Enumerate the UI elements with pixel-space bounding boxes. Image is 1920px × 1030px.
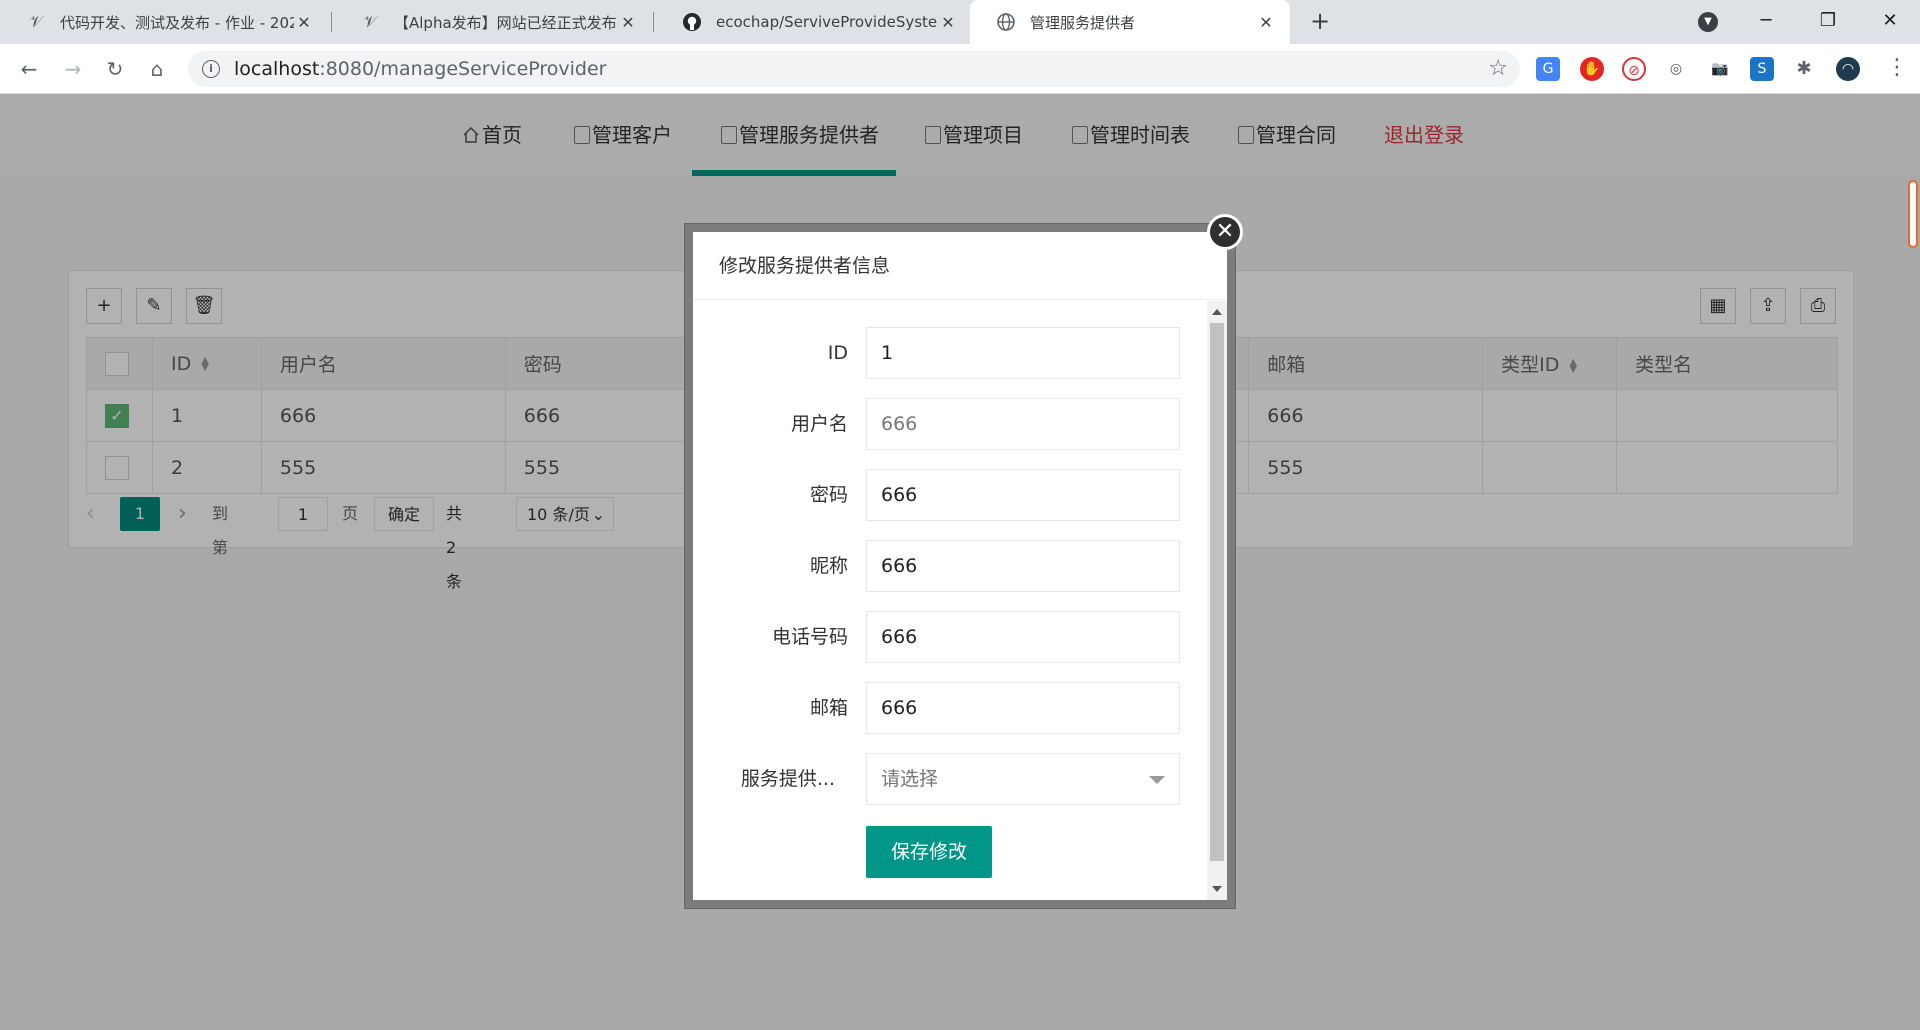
page-scrollbar-thumb[interactable] [1908, 180, 1918, 248]
tab-title: 代码开发、测试及发布 - 作业 - 202 [60, 13, 294, 32]
username-input[interactable]: 666 [866, 398, 1180, 450]
nickname-input[interactable]: 666 [866, 540, 1180, 592]
field-label: 邮箱 [809, 697, 848, 719]
browser-toolbar: ← → ↻ ⌂ i localhost:8080/manageServicePr… [0, 44, 1920, 94]
browser-tab-4-active[interactable]: 管理服务提供者 ✕ [970, 0, 1290, 44]
minimize-icon[interactable]: ─ [1738, 0, 1794, 44]
scrollbar-thumb[interactable] [1210, 323, 1224, 861]
dialog-scrollbar[interactable] [1207, 301, 1227, 900]
browser-menu-icon[interactable]: ⋮ [1886, 56, 1908, 80]
save-changes-button[interactable]: 保存修改 [866, 826, 992, 878]
id-input[interactable]: 1 [866, 327, 1180, 379]
browser-tab-3[interactable]: ecochap/ServiveProvideSystem ✕ [656, 0, 972, 44]
dialog-close-icon[interactable]: ✕ [1207, 214, 1243, 250]
browser-tab-1[interactable]: 𝒱 代码开发、测试及发布 - 作业 - 202 ✕ [0, 0, 328, 44]
provider-type-select[interactable]: 请选择 [866, 753, 1180, 805]
select-placeholder: 请选择 [881, 768, 939, 790]
dialog-form: ID 1 用户名 666 密码 666 昵称 666 电话号码 666 邮箱 6… [693, 301, 1227, 900]
url-host: localhost [234, 58, 320, 80]
window-close-icon[interactable]: ✕ [1862, 0, 1918, 44]
github-icon [682, 12, 702, 32]
forward-arrow-icon[interactable]: → [58, 54, 88, 84]
password-input[interactable]: 666 [866, 469, 1180, 521]
tab-close-icon[interactable]: ✕ [294, 13, 314, 32]
tab-close-icon[interactable]: ✕ [618, 13, 638, 32]
browser-tab-2[interactable]: 𝒱 【Alpha发布】网站已经正式发布! ✕ [334, 0, 652, 44]
form-row-phone: 电话号码 666 [693, 611, 1227, 663]
tab-divider [653, 12, 654, 32]
tab-search-icon[interactable]: ▼ [1698, 12, 1718, 32]
field-label: 电话号码 [771, 626, 848, 648]
form-row-password: 密码 666 [693, 469, 1227, 521]
field-label: 密码 [809, 484, 848, 506]
tab-divider [331, 12, 332, 32]
scroll-up-arrow-icon[interactable] [1212, 309, 1222, 315]
extensions-puzzle-icon[interactable]: ✱ [1792, 57, 1816, 81]
profile-avatar[interactable]: ◠ [1836, 57, 1860, 81]
url-path: :8080/manageServiceProvider [319, 58, 607, 80]
tab-title: 【Alpha发布】网站已经正式发布! [394, 13, 618, 32]
page-content: 首页 管理客户 管理服务提供者 管理项目 管理时间表 管理合同 退出登录 + ✎… [0, 94, 1920, 1030]
phone-input[interactable]: 666 [866, 611, 1180, 663]
bookmark-star-icon[interactable]: ☆ [1488, 56, 1508, 81]
s-extension-icon[interactable]: S [1750, 57, 1774, 81]
new-tab-plus-icon[interactable]: + [1306, 8, 1334, 36]
cnblogs-icon: 𝒱 [29, 12, 43, 31]
restore-icon[interactable]: ❐ [1800, 0, 1856, 44]
dialog-title: 修改服务提供者信息 [693, 232, 1227, 300]
field-label: 用户名 [790, 413, 848, 435]
email-input[interactable]: 666 [866, 682, 1180, 734]
cnblogs-icon: 𝒱 [363, 12, 377, 31]
tab-close-icon[interactable]: ✕ [938, 13, 958, 32]
reader-extension-icon[interactable]: ◎ [1664, 57, 1688, 81]
field-label: 昵称 [809, 555, 848, 577]
form-row-id: ID 1 [693, 327, 1227, 379]
edit-provider-dialog: 修改服务提供者信息 ID 1 用户名 666 密码 666 昵称 666 电话号… [685, 224, 1235, 908]
tab-title: ecochap/ServiveProvideSystem [716, 13, 938, 31]
scroll-down-arrow-icon[interactable] [1212, 886, 1222, 892]
page-scrollbar[interactable] [1906, 180, 1920, 260]
dropdown-caret-icon [1149, 776, 1165, 784]
tab-close-icon[interactable]: ✕ [1256, 13, 1276, 32]
form-row-provider-type: 服务提供... 请选择 [693, 753, 1227, 805]
camera-extension-icon[interactable]: 📷 [1708, 57, 1732, 81]
browser-tab-strip: 𝒱 代码开发、测试及发布 - 作业 - 202 ✕ 𝒱 【Alpha发布】网站已… [0, 0, 1920, 44]
adblock-extension-icon[interactable]: ✋ [1580, 57, 1604, 81]
site-info-icon[interactable]: i [202, 60, 220, 78]
block-extension-icon[interactable]: ⊘ [1622, 57, 1646, 81]
form-row-email: 邮箱 666 [693, 682, 1227, 734]
tab-title: 管理服务提供者 [1030, 13, 1136, 32]
field-label: 服务提供... [740, 768, 835, 790]
globe-icon [996, 12, 1016, 32]
address-bar[interactable]: i localhost:8080/manageServiceProvider ☆ [188, 51, 1520, 87]
field-label: ID [827, 342, 848, 364]
form-row-username: 用户名 666 [693, 398, 1227, 450]
form-row-nickname: 昵称 666 [693, 540, 1227, 592]
home-icon[interactable]: ⌂ [142, 54, 172, 84]
back-arrow-icon[interactable]: ← [14, 54, 44, 84]
reload-icon[interactable]: ↻ [100, 54, 130, 84]
translate-extension-icon[interactable]: G [1536, 57, 1560, 81]
